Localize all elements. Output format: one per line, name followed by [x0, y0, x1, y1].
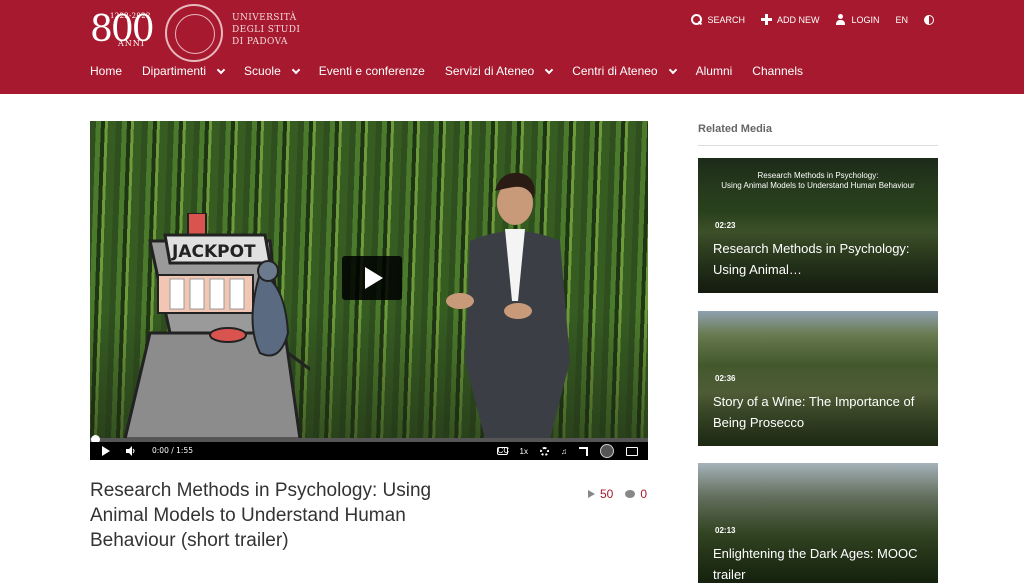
cast-icon[interactable]	[626, 446, 638, 456]
logo-anni: ANNI	[118, 39, 145, 48]
video-player[interactable]: JACKPOT 0:00 / 1:55 CC 1x ♫	[90, 121, 648, 460]
duration-badge: 02:36	[715, 374, 736, 383]
chevron-down-icon[interactable]	[216, 65, 226, 74]
music-note-icon[interactable]: ♫	[561, 447, 567, 456]
related-media-title[interactable]: Enlightening the Dark Ages: MOOC trailer	[713, 543, 935, 583]
speed-button[interactable]: 1x	[520, 447, 528, 456]
contrast-icon	[924, 14, 934, 25]
search-icon	[691, 14, 703, 25]
chevron-down-icon[interactable]	[668, 65, 677, 74]
fullscreen-icon[interactable]	[579, 446, 588, 456]
comments-count: 0	[640, 487, 648, 501]
nav-label: Eventi e conferenze	[318, 64, 425, 78]
nav-item-centri[interactable]: Centri di Ateneo	[572, 64, 677, 78]
contrast-toggle[interactable]	[924, 14, 934, 25]
university-name-line1: UNIVERSITÀ	[232, 13, 297, 23]
nav-label: Servizi di Ateneo	[444, 64, 535, 78]
login-link[interactable]: LOGIN	[835, 14, 879, 25]
university-name-line2: DEGLI STUDI	[232, 25, 301, 35]
nav-item-servizi[interactable]: Servizi di Ateneo	[444, 64, 554, 78]
login-label: LOGIN	[851, 14, 880, 25]
divider	[698, 145, 938, 146]
duration: / 1:55	[171, 446, 193, 455]
comments-stat[interactable]: 0	[625, 487, 647, 501]
nav-item-scuole[interactable]: Scuole	[244, 64, 300, 78]
nav-item-dipartimenti[interactable]: Dipartimenti	[142, 64, 226, 78]
presenter-figure	[446, 172, 570, 439]
nav-label: Alumni	[695, 64, 733, 78]
overlay-line1: Research Methods in Psychology:	[757, 171, 879, 180]
chevron-down-icon[interactable]	[291, 65, 300, 74]
play-count-icon	[588, 490, 595, 498]
add-new-link[interactable]: ADD NEW	[760, 14, 820, 25]
play-icon[interactable]	[102, 446, 110, 456]
nav-label: Centri di Ateneo	[572, 64, 658, 78]
related-media-card[interactable]: 02:13 Enlightening the Dark Ages: MOOC t…	[698, 463, 938, 583]
university-name[interactable]: UNIVERSITÀ DEGLI STUDI DI PADOVA	[232, 12, 300, 48]
chevron-down-icon[interactable]	[544, 65, 554, 74]
player-right-controls: CC 1x ♫	[496, 444, 638, 458]
search-link[interactable]: SEARCH	[691, 14, 745, 25]
volume-icon[interactable]	[126, 446, 136, 456]
overlay-line2: Using Animal Models to Understand Human …	[721, 181, 915, 190]
plus-icon	[760, 14, 772, 25]
current-time: 0:00	[152, 446, 169, 455]
nav-item-home[interactable]: Home	[90, 64, 122, 78]
comment-icon	[625, 490, 636, 498]
site-header: 1222-2022 800 ANNI UNIVERSITÀ DEGLI STUD…	[0, 0, 1024, 94]
related-media-title[interactable]: Story of a Wine: The Importance of Being…	[713, 391, 935, 433]
slot-machine-illustration: JACKPOT	[123, 213, 310, 439]
player-controls: 0:00 / 1:55 CC 1x ♫	[90, 442, 648, 460]
duration-badge: 02:23	[715, 221, 736, 230]
captions-icon[interactable]: CC	[496, 447, 509, 455]
play-overlay-button[interactable]	[342, 256, 402, 300]
language-label: EN	[895, 14, 908, 25]
nav-item-alumni[interactable]: Alumni	[696, 64, 733, 78]
thumbnail-overlay-text: Research Methods in Psychology: Using An…	[698, 171, 938, 191]
nav-label: Dipartimenti	[142, 64, 207, 78]
nav-label: Home	[90, 64, 123, 78]
duration-badge: 02:13	[715, 526, 736, 535]
university-seal-icon[interactable]	[165, 4, 223, 62]
media-stats: 50 0	[588, 487, 647, 501]
time-display: 0:00 / 1:55	[152, 446, 193, 455]
800-years-logo[interactable]: 1222-2022 800 ANNI	[90, 9, 155, 50]
add-new-label: ADD NEW	[776, 14, 820, 25]
gear-icon[interactable]	[540, 446, 549, 456]
nav-item-channels[interactable]: Channels	[752, 64, 803, 78]
search-label: SEARCH	[707, 14, 745, 25]
related-media-title[interactable]: Research Methods in Psychology: Using An…	[713, 238, 935, 280]
nav-label: Scuole	[244, 64, 281, 78]
related-media-heading: Related Media	[698, 123, 772, 135]
nav-label: Channels	[752, 64, 803, 78]
related-media-card[interactable]: 02:36 Story of a Wine: The Importance of…	[698, 311, 938, 446]
language-link[interactable]: EN	[895, 15, 908, 25]
university-name-line3: DI PADOVA	[232, 37, 288, 47]
main-nav: Home Dipartimenti Scuole Eventi e confer…	[90, 64, 823, 78]
related-media-card[interactable]: Research Methods in Psychology: Using An…	[698, 158, 938, 293]
user-icon	[835, 14, 846, 25]
plays-count: 50	[600, 487, 614, 501]
top-links: SEARCH ADD NEW LOGIN EN	[691, 14, 934, 25]
nav-item-eventi[interactable]: Eventi e conferenze	[319, 64, 425, 78]
jackpot-label: JACKPOT	[171, 242, 256, 262]
university-seal-icon[interactable]	[600, 444, 614, 458]
media-title: Research Methods in Psychology: Using An…	[90, 480, 432, 551]
plays-stat: 50	[588, 487, 613, 501]
